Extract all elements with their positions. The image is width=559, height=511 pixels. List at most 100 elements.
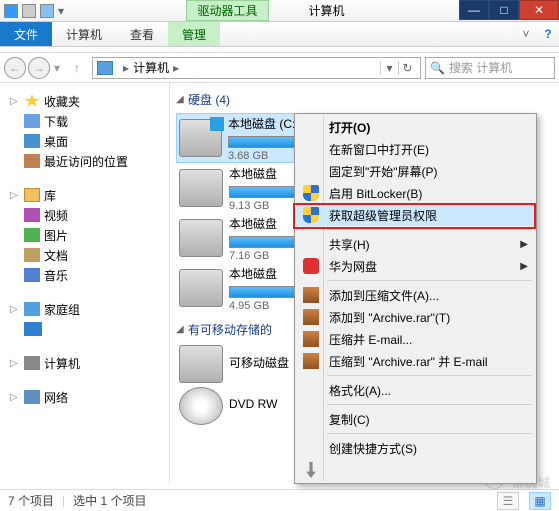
shield-icon [303, 207, 319, 223]
ctx-separator [327, 375, 532, 376]
address-bar[interactable]: ▸ 计算机 ▸ ▾ ↻ [92, 57, 421, 79]
nav-desktop[interactable]: 桌面 [4, 131, 165, 151]
nav-network[interactable]: ▷网络 [4, 387, 165, 407]
music-icon [24, 268, 40, 282]
huawei-icon [303, 258, 319, 274]
drive-icon [179, 169, 223, 207]
close-button[interactable]: ✕ [519, 0, 559, 20]
nav-music[interactable]: 音乐 [4, 265, 165, 285]
window-title: 计算机 [309, 2, 345, 19]
ctx-separator [327, 404, 532, 405]
homegroup-icon [24, 322, 42, 336]
star-icon [24, 94, 40, 108]
minimize-button[interactable]: — [459, 0, 489, 20]
context-menu: 打开(O) 在新窗口中打开(E) 固定到"开始"屏幕(P) 启用 BitLock… [294, 113, 537, 484]
nav-videos[interactable]: 视频 [4, 205, 165, 225]
qat-icon[interactable] [4, 4, 18, 18]
nav-homegroup-item[interactable] [4, 319, 165, 339]
ctx-open-new-window[interactable]: 在新窗口中打开(E) [297, 138, 534, 160]
ctx-create-shortcut[interactable]: 创建快捷方式(S) [297, 437, 534, 459]
help-icon[interactable]: ? [537, 22, 559, 46]
search-box[interactable]: 🔍 搜索 计算机 [425, 57, 555, 79]
maximize-button[interactable]: □ [489, 0, 519, 20]
desktop-icon [24, 134, 40, 148]
ctx-format[interactable]: 格式化(A)... [297, 379, 534, 401]
picture-icon [24, 228, 40, 242]
breadcrumb-computer[interactable]: 计算机 [133, 59, 169, 76]
nav-documents[interactable]: 文档 [4, 245, 165, 265]
up-button[interactable]: ↑ [66, 57, 88, 79]
ctx-add-archive[interactable]: 添加到压缩文件(A)... [297, 284, 534, 306]
section-hard-disks[interactable]: ◢硬盘 (4) [176, 89, 559, 109]
ctx-separator [327, 280, 532, 281]
nav-recent[interactable]: 最近访问的位置 [4, 151, 165, 171]
status-selected-count: 选中 1 个项目 [73, 492, 146, 509]
submenu-arrow-icon: ▶ [520, 239, 528, 250]
tab-computer[interactable]: 计算机 [52, 22, 116, 46]
download-icon [24, 114, 40, 128]
refresh-icon[interactable]: ↻ [398, 61, 416, 75]
qat-dropdown-icon[interactable]: ▾ [58, 4, 72, 18]
drive-icon [179, 119, 222, 157]
ctx-open[interactable]: 打开(O) [297, 116, 534, 138]
ctx-bitlocker[interactable]: 启用 BitLocker(B) [297, 182, 534, 204]
view-details-button[interactable]: ☰ [497, 492, 519, 510]
library-icon [24, 188, 40, 202]
network-icon [24, 390, 40, 404]
ctx-huawei[interactable]: 华为网盘▶ [297, 255, 534, 277]
dvd-icon [179, 387, 223, 425]
ctx-pin-start[interactable]: 固定到"开始"屏幕(P) [297, 160, 534, 182]
ribbon-collapse-icon[interactable]: ˅ [515, 22, 537, 46]
breadcrumb-sep[interactable]: ▸ [123, 61, 129, 75]
computer-icon [24, 356, 40, 370]
archive-icon [303, 287, 319, 303]
ctx-get-admin[interactable]: 获取超级管理员权限 [297, 204, 534, 226]
video-icon [24, 208, 40, 222]
ctx-pin[interactable] [297, 459, 534, 481]
archive-icon [303, 309, 319, 325]
recent-icon [24, 154, 40, 168]
ctx-copy[interactable]: 复制(C) [297, 408, 534, 430]
tab-manage[interactable]: 管理 [168, 22, 220, 46]
ctx-compress-rar-email[interactable]: 压缩到 "Archive.rar" 并 E-mail [297, 350, 534, 372]
tab-view[interactable]: 查看 [116, 22, 168, 46]
address-dropdown-icon[interactable]: ▾ [380, 61, 398, 75]
search-icon: 🔍 [430, 61, 445, 75]
nav-computer[interactable]: ▷计算机 [4, 353, 165, 373]
contextual-tab-drive-tools[interactable]: 驱动器工具 [186, 0, 268, 21]
archive-icon [303, 353, 319, 369]
nav-downloads[interactable]: 下载 [4, 111, 165, 131]
quick-access-toolbar: ▾ [0, 4, 72, 18]
submenu-arrow-icon: ▶ [520, 261, 528, 272]
back-button[interactable]: ← [4, 57, 26, 79]
shield-icon [303, 185, 319, 201]
nav-homegroup[interactable]: ▷家庭组 [4, 299, 165, 319]
navigation-pane: ▷收藏夹 下载 桌面 最近访问的位置 ▷库 视频 图片 文档 音乐 ▷家庭组 ▷… [0, 83, 170, 483]
drive-icon [179, 269, 223, 307]
ctx-add-archive-rar[interactable]: 添加到 "Archive.rar"(T) [297, 306, 534, 328]
qat-icon[interactable] [22, 4, 36, 18]
archive-icon [303, 331, 319, 347]
document-icon [24, 248, 40, 262]
tab-file[interactable]: 文件 [0, 22, 52, 46]
view-tiles-button[interactable]: ▦ [529, 492, 551, 510]
ctx-compress-email[interactable]: 压缩并 E-mail... [297, 328, 534, 350]
nav-libraries[interactable]: ▷库 [4, 185, 165, 205]
title-bar: ▾ 驱动器工具 计算机 — □ ✕ [0, 0, 559, 22]
forward-button[interactable]: → [28, 57, 50, 79]
ctx-separator [327, 229, 532, 230]
nav-pictures[interactable]: 图片 [4, 225, 165, 245]
drive-icon [179, 219, 223, 257]
status-bar: 7 个项目 | 选中 1 个项目 ☰ ▦ [0, 489, 559, 511]
navigation-bar: ← → ▾ ↑ ▸ 计算机 ▸ ▾ ↻ 🔍 搜索 计算机 [0, 53, 559, 83]
ctx-separator [327, 433, 532, 434]
computer-icon [97, 61, 113, 75]
qat-icon[interactable] [40, 4, 54, 18]
search-placeholder: 搜索 计算机 [449, 59, 512, 76]
ctx-share[interactable]: 共享(H)▶ [297, 233, 534, 255]
breadcrumb-sep[interactable]: ▸ [173, 61, 179, 75]
status-item-count: 7 个项目 [8, 492, 54, 509]
history-dropdown-icon[interactable]: ▾ [54, 61, 60, 75]
drive-icon [179, 345, 223, 383]
nav-favorites[interactable]: ▷收藏夹 [4, 91, 165, 111]
